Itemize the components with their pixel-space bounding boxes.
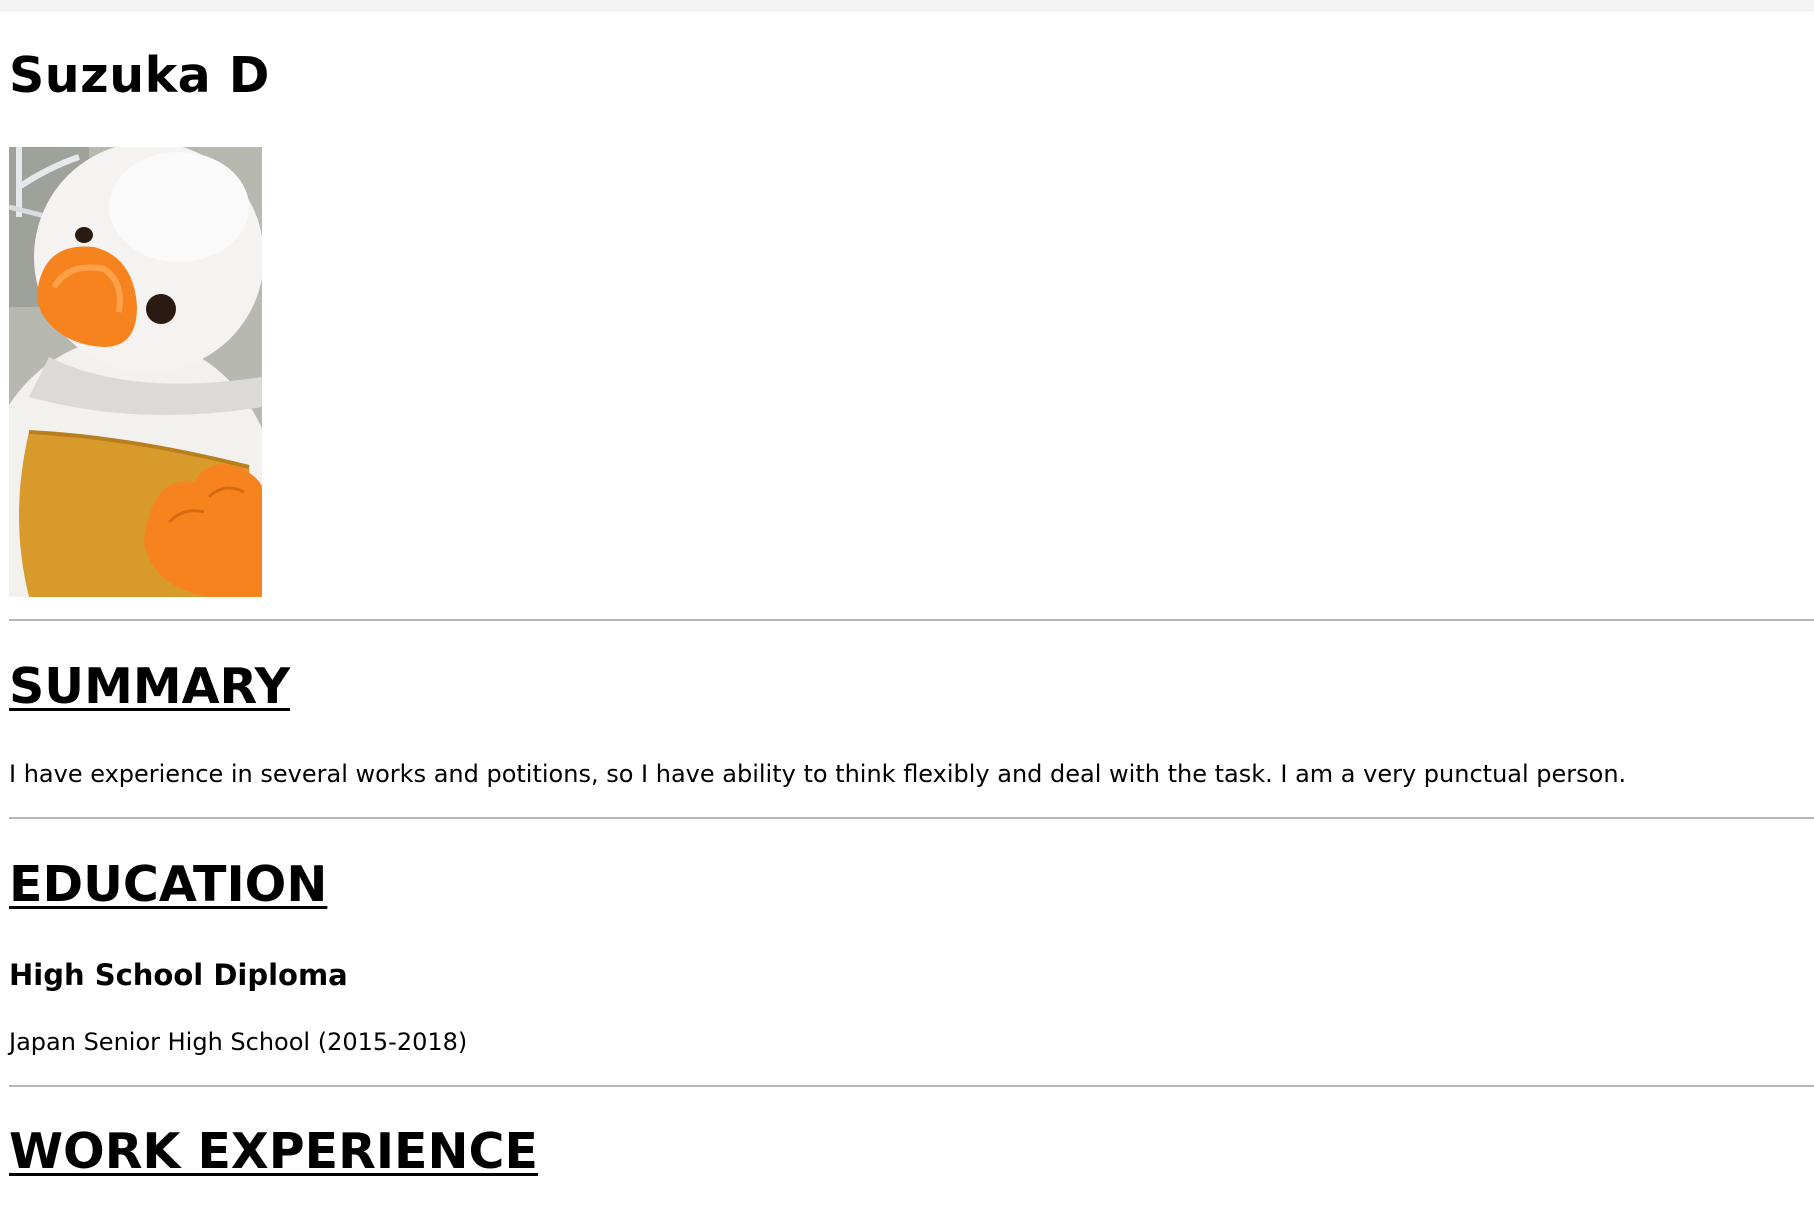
- work-experience-heading: WORK EXPERIENCE: [9, 1123, 538, 1180]
- browser-top-strip: [0, 0, 1814, 11]
- summary-heading: SUMMARY: [9, 658, 291, 715]
- divider: [9, 619, 1814, 621]
- education-school: Japan Senior High School (2015-2018): [9, 1028, 468, 1056]
- plush-duck-photo-icon: [9, 147, 262, 597]
- summary-text: I have experience in several works and p…: [9, 760, 1627, 788]
- education-heading: EDUCATION: [9, 856, 328, 913]
- profile-name: Suzuka D: [9, 47, 270, 104]
- education-degree: High School Diploma: [9, 958, 348, 992]
- divider: [9, 1085, 1814, 1087]
- profile-photo: [9, 147, 262, 597]
- divider: [9, 817, 1814, 819]
